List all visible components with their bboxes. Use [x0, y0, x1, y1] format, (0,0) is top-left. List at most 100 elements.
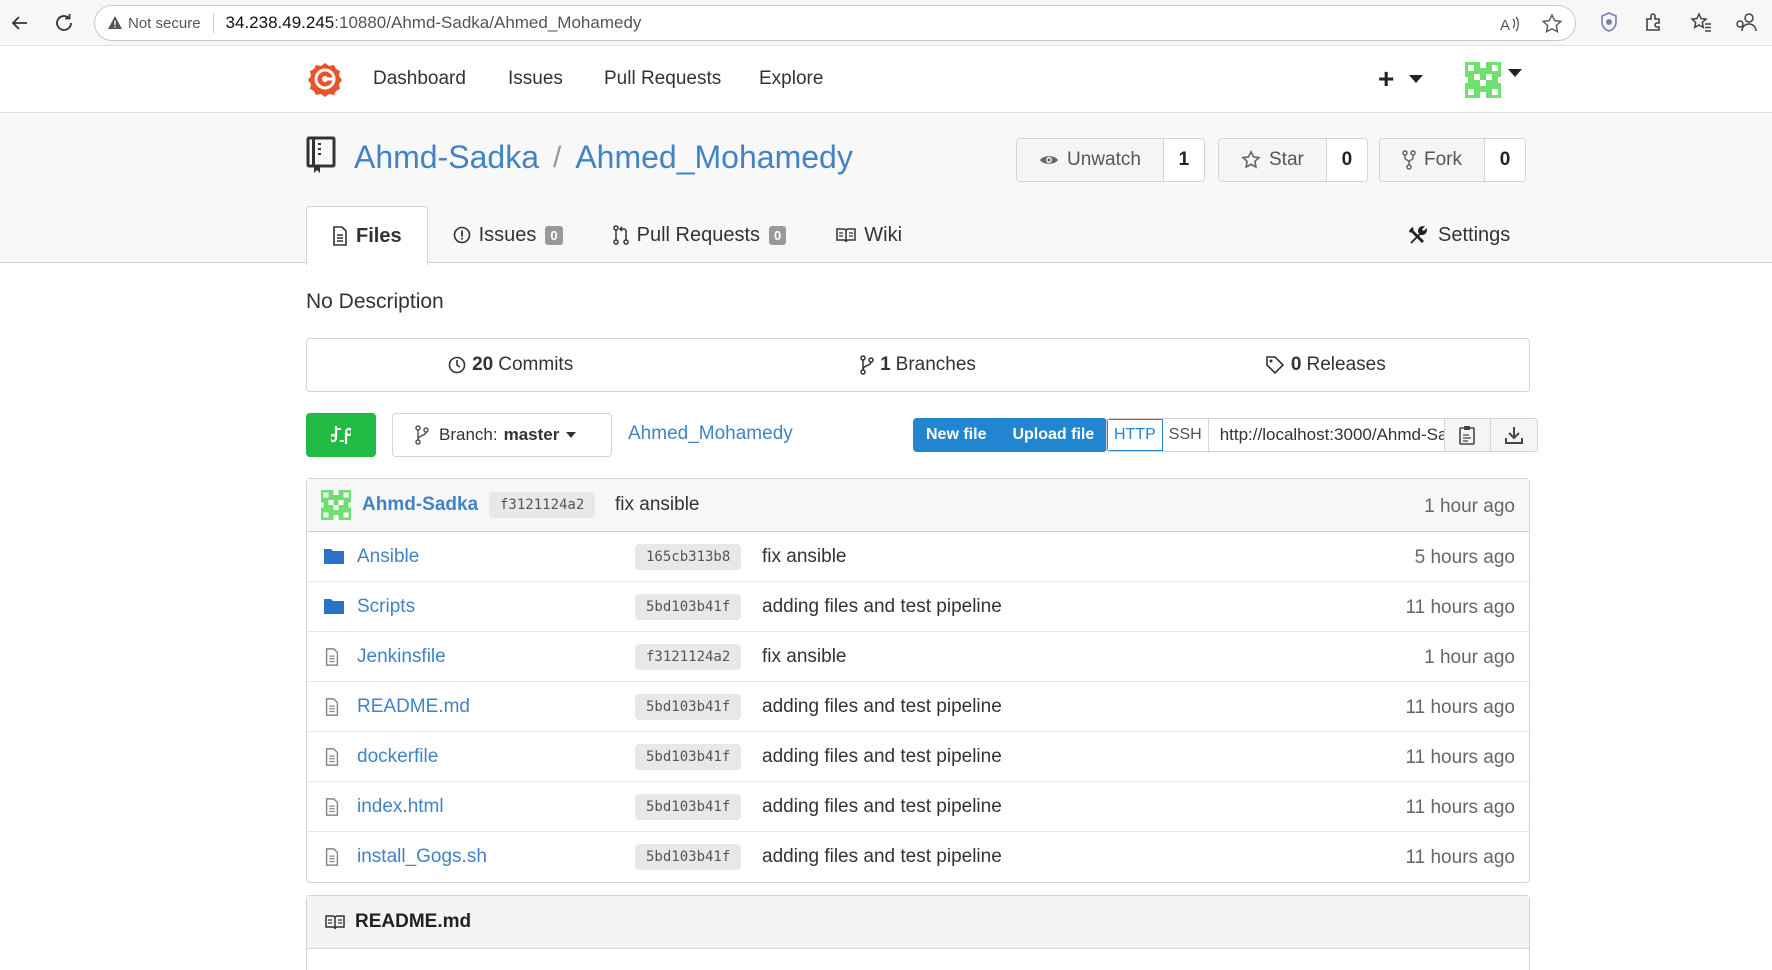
commit-message-link[interactable]: fix ansible — [762, 546, 847, 568]
fork-count[interactable]: 0 — [1485, 139, 1525, 181]
read-aloud-icon[interactable]: A — [1499, 13, 1521, 35]
branches-count: 1 — [880, 354, 891, 375]
commit-sha-link[interactable]: 5bd103b41f — [635, 844, 742, 870]
shield-extension-icon[interactable] — [1598, 11, 1620, 33]
repo-stats-bar: 20 Commits 1 Branches 0 Releases — [306, 338, 1530, 392]
http-toggle[interactable]: HTTP — [1107, 419, 1163, 451]
commit-message-link[interactable]: adding files and test pipeline — [762, 746, 1002, 768]
file-actions: New file Upload file — [913, 418, 1108, 452]
star-button-group: Star 0 — [1218, 138, 1368, 182]
unwatch-button[interactable]: Unwatch — [1017, 139, 1164, 181]
favorite-star-icon[interactable] — [1541, 13, 1563, 35]
copy-clone-url-button[interactable] — [1444, 419, 1491, 451]
back-icon[interactable] — [7, 10, 33, 36]
repo-owner-link[interactable]: Ahmd-Sadka — [354, 139, 539, 176]
file-name-link[interactable]: Ansible — [357, 546, 419, 568]
nav-explore[interactable]: Explore — [759, 68, 823, 90]
new-file-button[interactable]: New file — [913, 418, 999, 452]
svg-text:A: A — [1500, 17, 1510, 34]
file-text-icon — [325, 698, 339, 716]
browser-toolbar: Not secure 34.238.49.245:10880/Ahmd-Sadk… — [0, 0, 1772, 46]
tab-issues[interactable]: Issues 0 — [428, 206, 588, 264]
gogs-logo-icon[interactable] — [307, 61, 343, 97]
tab-settings[interactable]: Settings — [1408, 206, 1510, 264]
profile-icon[interactable] — [1735, 11, 1759, 33]
table-row: dockerfile 5bd103b41f adding files and t… — [307, 732, 1529, 782]
file-name-link[interactable]: Scripts — [357, 596, 415, 618]
clone-url-input[interactable]: http://localhost:3000/Ahmd-Sadka/Ahmed_M… — [1209, 419, 1445, 451]
star-count[interactable]: 0 — [1326, 139, 1367, 181]
table-row: Ansible 165cb313b8 fix ansible 5 hours a… — [307, 532, 1529, 582]
table-row: Scripts 5bd103b41f adding files and test… — [307, 582, 1529, 632]
fork-button[interactable]: Fork — [1380, 139, 1485, 181]
tab-files[interactable]: Files — [306, 206, 428, 265]
branch-prefix: Branch: — [439, 425, 498, 444]
breadcrumb[interactable]: Ahmed_Mohamedy — [628, 423, 793, 445]
commit-sha-link[interactable]: f3121124a2 — [489, 492, 596, 518]
commits-stat[interactable]: 20 Commits — [307, 339, 714, 391]
commits-count: 20 — [472, 354, 494, 375]
user-menu[interactable] — [1465, 62, 1523, 98]
commit-sha-link[interactable]: 165cb313b8 — [635, 544, 742, 570]
releases-label: Releases — [1306, 354, 1386, 375]
commit-age: 11 hours ago — [1405, 697, 1515, 718]
upload-file-button[interactable]: Upload file — [999, 418, 1107, 452]
commit-age: 1 hour ago — [1424, 496, 1515, 517]
nav-dashboard[interactable]: Dashboard — [373, 68, 466, 90]
commit-message-link[interactable]: fix ansible — [762, 646, 847, 668]
branches-stat[interactable]: 1 Branches — [714, 339, 1121, 391]
address-bar[interactable]: Not secure 34.238.49.245:10880/Ahmd-Sadk… — [94, 5, 1576, 41]
commits-label: Commits — [498, 354, 574, 375]
book-icon — [325, 915, 345, 930]
tab-pull-requests-label: Pull Requests — [636, 223, 761, 246]
table-row: Jenkinsfile f3121124a2 fix ansible 1 hou… — [307, 632, 1529, 682]
commit-age: 11 hours ago — [1405, 747, 1515, 768]
releases-stat[interactable]: 0 Releases — [1122, 339, 1529, 391]
file-name-link[interactable]: Jenkinsfile — [357, 646, 446, 668]
file-name-link[interactable]: README.md — [357, 696, 470, 718]
commit-sha-link[interactable]: f3121124a2 — [635, 644, 742, 670]
commit-age: 5 hours ago — [1414, 547, 1515, 568]
fork-icon — [1402, 150, 1416, 170]
file-name-link[interactable]: dockerfile — [357, 746, 438, 768]
nav-issues[interactable]: Issues — [508, 68, 563, 90]
tab-pull-requests[interactable]: Pull Requests 0 — [588, 206, 812, 264]
download-archive-button[interactable] — [1490, 419, 1537, 451]
branch-selector[interactable]: Branch: master — [392, 413, 612, 457]
commit-message-link[interactable]: adding files and test pipeline — [762, 696, 1002, 718]
commit-message-link[interactable]: adding files and test pipeline — [762, 796, 1002, 818]
file-name-link[interactable]: install_Gogs.sh — [357, 846, 487, 868]
avatar — [1465, 62, 1501, 98]
commit-sha-link[interactable]: 5bd103b41f — [635, 794, 742, 820]
avatar[interactable] — [321, 490, 351, 520]
file-name-link[interactable]: index.html — [357, 796, 444, 818]
commit-sha-link[interactable]: 5bd103b41f — [635, 694, 742, 720]
fork-button-group: Fork 0 — [1379, 138, 1526, 182]
tab-settings-label: Settings — [1438, 223, 1511, 246]
commit-message-link[interactable]: adding files and test pipeline — [762, 596, 1002, 618]
book-icon — [836, 228, 857, 243]
nav-pull-requests[interactable]: Pull Requests — [604, 68, 721, 90]
create-new-menu[interactable]: + — [1378, 65, 1424, 93]
app-header: Dashboard Issues Pull Requests Explore + — [0, 47, 1772, 113]
branch-icon — [415, 425, 429, 445]
reload-icon[interactable] — [51, 10, 77, 36]
star-button[interactable]: Star — [1219, 139, 1327, 181]
tab-wiki[interactable]: Wiki — [811, 206, 927, 264]
commit-message-link[interactable]: adding files and test pipeline — [762, 846, 1002, 868]
commit-sha-link[interactable]: 5bd103b41f — [635, 744, 742, 770]
extensions-icon[interactable] — [1643, 11, 1665, 33]
caret-down-icon — [566, 432, 577, 438]
commit-author-link[interactable]: Ahmd-Sadka — [362, 494, 478, 516]
commit-sha-link[interactable]: 5bd103b41f — [635, 594, 742, 620]
repo-header: Ahmd-Sadka / Ahmed_Mohamedy Unwatch 1 St… — [0, 114, 1772, 265]
url-text[interactable]: 34.238.49.245:10880/Ahmd-Sadka/Ahmed_Moh… — [226, 13, 642, 33]
readme-header: README.md — [307, 896, 1529, 949]
repo-name-link[interactable]: Ahmed_Mohamedy — [575, 139, 852, 176]
not-secure-indicator[interactable]: Not secure — [107, 15, 201, 32]
issues-count-badge: 0 — [545, 225, 563, 245]
compare-button[interactable] — [306, 413, 376, 457]
favorites-icon[interactable] — [1690, 11, 1712, 33]
watch-count[interactable]: 1 — [1163, 139, 1204, 181]
ssh-toggle[interactable]: SSH — [1163, 419, 1209, 451]
